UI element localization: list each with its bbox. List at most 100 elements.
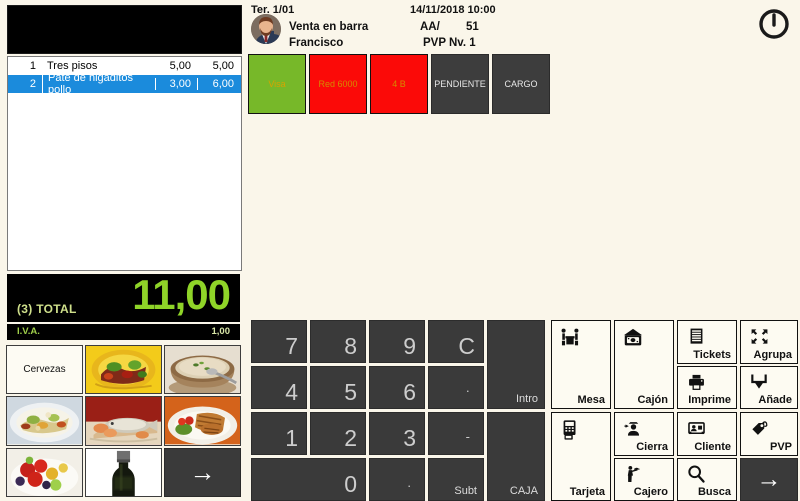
function-label: Agrupa	[753, 349, 793, 361]
terminal-label: Ter. 1/01	[251, 4, 295, 16]
next-arrow-icon: →	[189, 457, 216, 488]
table-row[interactable]: 2 Pate de higaditos pollo 3,00 6,00	[8, 72, 241, 96]
key-9[interactable]: 9	[369, 320, 425, 363]
key-label: 3	[403, 425, 416, 451]
function-button-cajon[interactable]: Cajón	[614, 320, 674, 409]
tax-label: I.V.A.	[17, 326, 40, 337]
product-grid-next-button[interactable]: →	[164, 447, 241, 497]
next-arrow-glyph: →	[756, 465, 782, 493]
avatar	[251, 14, 281, 44]
function-buttons-panel: Mesa Tarjeta Cajón Cierra Cajero Tickets…	[551, 320, 798, 501]
key-intro[interactable]: Intro	[487, 320, 545, 409]
product-button-fish-dish[interactable]	[85, 396, 162, 446]
key-clear[interactable]: C	[428, 320, 484, 363]
product-button-mixed-salad[interactable]	[6, 396, 83, 446]
card-terminal-icon	[557, 417, 583, 443]
key-label: 5	[344, 379, 357, 405]
function-button-next[interactable]: →	[740, 458, 798, 501]
payment-button-4b[interactable]: 4 B	[370, 54, 428, 114]
function-label: Cierra	[636, 441, 668, 453]
product-label: Cervezas	[23, 364, 66, 376]
total-display: (3) TOTAL 11,00	[7, 271, 240, 322]
function-button-cliente[interactable]: Cliente	[677, 412, 737, 456]
function-button-imprime[interactable]: Imprime	[677, 366, 737, 409]
left-panel: 1 Tres pisos 5,00 5,00 2 Pate de higadit…	[0, 0, 247, 500]
product-button-fruit-dessert[interactable]	[6, 447, 83, 497]
key-0[interactable]: 0	[251, 458, 366, 501]
key-2[interactable]: 2	[310, 412, 366, 455]
product-button-soup-bowl[interactable]	[164, 345, 241, 395]
tax-display: I.V.A. 1,00	[7, 324, 240, 340]
function-button-pvp[interactable]: PVP	[740, 412, 798, 456]
next-arrow-icon: →	[741, 459, 797, 500]
datetime-label: 14/11/2018 10:00	[410, 4, 496, 16]
function-label: Busca	[697, 486, 731, 498]
function-button-mesa[interactable]: Mesa	[551, 320, 611, 409]
magnifier-icon	[683, 461, 709, 487]
key-3[interactable]: 3	[369, 412, 425, 455]
line-price: 5,00	[169, 60, 191, 72]
key-4[interactable]: 4	[251, 366, 307, 409]
printer-icon	[683, 369, 709, 395]
key-1[interactable]: 1	[251, 412, 307, 455]
key-label: 2	[344, 425, 357, 451]
header-bar: Ter. 1/01 Venta en barra Francisco 14/11…	[247, 0, 800, 49]
product-button-wine-bottle[interactable]	[85, 447, 162, 497]
payment-button-red6000[interactable]: Red 6000	[309, 54, 367, 114]
key-8[interactable]: 8	[310, 320, 366, 363]
key-middot[interactable]: ·	[428, 366, 484, 409]
product-button-grilled-meat[interactable]	[164, 396, 241, 446]
function-label: PVP	[769, 441, 792, 453]
function-button-cajero[interactable]: Cajero	[614, 458, 674, 501]
tax-value: 1,00	[211, 326, 231, 337]
function-label: Cajón	[637, 394, 668, 406]
cash-drawer-icon	[620, 325, 646, 351]
product-button-salad-plate[interactable]	[85, 345, 162, 395]
wine-bottle-icon	[86, 448, 161, 496]
customer-display-screen	[7, 5, 242, 54]
power-button[interactable]	[756, 6, 792, 42]
function-button-agrupa[interactable]: Agrupa	[740, 320, 798, 364]
key-subtotal[interactable]: Subt	[428, 458, 484, 501]
function-button-tickets[interactable]: Tickets	[677, 320, 737, 364]
product-grid: Cervezas →	[6, 345, 241, 497]
line-desc: Tres pisos	[47, 60, 98, 72]
pvp-level-label: PVP Nv. 1	[423, 37, 476, 49]
key-6[interactable]: 6	[369, 366, 425, 409]
function-label: Tarjeta	[569, 486, 605, 498]
product-button-cervezas[interactable]: Cervezas	[6, 345, 83, 395]
key-7[interactable]: 7	[251, 320, 307, 363]
pos-application: 1 Tres pisos 5,00 5,00 2 Pate de higadit…	[0, 0, 800, 501]
line-amount: 5,00	[212, 60, 234, 72]
line-price: 3,00	[155, 78, 197, 90]
customer-card-icon	[683, 415, 709, 441]
waiter-icon	[620, 461, 646, 487]
payment-button-visa[interactable]: Visa	[248, 54, 306, 114]
function-button-busca[interactable]: Busca	[677, 458, 737, 501]
sale-type-label: Venta en barra	[289, 21, 369, 33]
close-cashier-icon	[620, 415, 646, 441]
function-label: Añade	[758, 394, 792, 406]
total-label: (3) TOTAL	[17, 302, 77, 316]
function-button-tarjeta[interactable]: Tarjeta	[551, 412, 611, 501]
function-button-anade[interactable]: Añade	[740, 366, 798, 409]
key-minus[interactable]: -	[428, 412, 484, 455]
payment-button-cargo[interactable]: CARGO	[492, 54, 550, 114]
function-button-cierra[interactable]: Cierra	[614, 412, 674, 456]
payment-button-pendiente[interactable]: PENDIENTE	[431, 54, 489, 114]
series-number: 51	[466, 21, 479, 33]
key-decimal[interactable]: .	[369, 458, 425, 501]
function-label: Mesa	[577, 394, 605, 406]
mixed-salad-icon	[7, 397, 82, 445]
line-amount: 6,00	[197, 78, 241, 90]
user-label: Francisco	[289, 37, 344, 49]
numeric-keypad: 7 8 9 C 4 5 6 · 1 2 3 - 0 . Subt Intro C…	[251, 320, 548, 501]
user-avatar-icon	[251, 14, 281, 44]
ticket-lines-list[interactable]: 1 Tres pisos 5,00 5,00 2 Pate de higadit…	[7, 56, 242, 271]
series-label: AA/	[420, 21, 440, 33]
key-label: 1	[285, 425, 298, 451]
grilled-meat-icon	[165, 397, 240, 445]
key-5[interactable]: 5	[310, 366, 366, 409]
key-caja[interactable]: CAJA	[487, 412, 545, 501]
key-label: 0	[344, 471, 357, 497]
